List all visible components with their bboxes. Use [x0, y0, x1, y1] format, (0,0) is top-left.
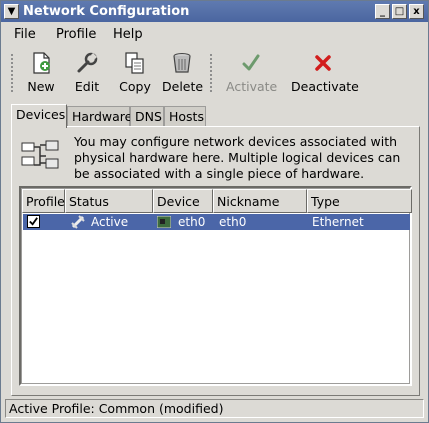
activate-label: Activate: [226, 79, 278, 94]
device-cell: eth0: [178, 215, 206, 229]
close-button[interactable]: x: [409, 4, 424, 19]
type-cell: Ethernet: [312, 215, 364, 229]
menu-file[interactable]: File: [14, 27, 36, 42]
copy-icon: [125, 52, 144, 74]
deactivate-label: Deactivate: [291, 79, 359, 94]
devices-list[interactable]: Profile Status Device Nickname Type Acti…: [19, 186, 412, 386]
network-devices-icon: [21, 140, 59, 169]
new-icon: [33, 52, 50, 74]
menu-help[interactable]: Help: [113, 27, 143, 42]
menu-profile[interactable]: Profile: [56, 27, 96, 42]
column-header-device[interactable]: Device: [153, 189, 213, 213]
copy-button[interactable]: Copy: [116, 51, 154, 97]
devices-panel: You may configure network devices associ…: [11, 126, 420, 396]
red-x-icon: [315, 55, 331, 71]
menu-bar: File Profile Help: [2, 23, 427, 45]
new-button[interactable]: New: [24, 51, 58, 97]
activate-button[interactable]: Activate: [226, 51, 278, 97]
ethernet-card-icon: [157, 216, 171, 228]
active-status-icon: [71, 215, 85, 229]
nickname-cell: eth0: [219, 215, 247, 229]
delete-label: Delete: [162, 79, 204, 94]
profile-checkbox[interactable]: [27, 215, 40, 228]
toolbar-grip[interactable]: [10, 53, 14, 93]
trash-icon: [173, 53, 191, 73]
checkmark-icon: [242, 54, 260, 71]
table-row[interactable]: Active eth0 eth0 Ethernet: [23, 214, 410, 230]
tab-devices[interactable]: Devices: [11, 104, 67, 128]
column-header-status[interactable]: Status: [65, 189, 153, 213]
edit-label: Edit: [74, 79, 100, 94]
title-bar[interactable]: ▼ Network Configuration _ □ x: [1, 1, 428, 22]
status-bar: Active Profile: Common (modified): [5, 399, 424, 418]
column-header-type[interactable]: Type: [307, 189, 412, 213]
deactivate-button[interactable]: Deactivate: [291, 51, 359, 97]
tab-dns[interactable]: DNS: [130, 106, 164, 127]
column-header-nickname[interactable]: Nickname: [213, 189, 307, 213]
minimize-button[interactable]: _: [375, 4, 390, 19]
column-header-profile[interactable]: Profile: [22, 189, 65, 213]
tab-hardware[interactable]: Hardware: [67, 106, 132, 127]
network-configuration-window: ▼ Network Configuration _ □ x File Profi…: [0, 0, 429, 423]
edit-button[interactable]: Edit: [70, 51, 104, 97]
window-title: Network Configuration: [23, 4, 190, 19]
devices-description: You may configure network devices associ…: [74, 134, 401, 181]
window-menu-icon[interactable]: ▼: [4, 4, 19, 19]
copy-label: Copy: [119, 79, 151, 94]
delete-button[interactable]: Delete: [162, 51, 204, 97]
status-cell: Active: [91, 215, 129, 229]
toolbar-separator: [209, 53, 213, 93]
maximize-button[interactable]: □: [392, 4, 407, 19]
toolbar: New Edit Copy Delete Activate Deactivate: [2, 47, 427, 99]
tab-hosts[interactable]: Hosts: [164, 106, 206, 127]
wrench-icon: [77, 52, 98, 73]
checkmark-icon: [29, 217, 38, 226]
new-label: New: [27, 79, 55, 94]
